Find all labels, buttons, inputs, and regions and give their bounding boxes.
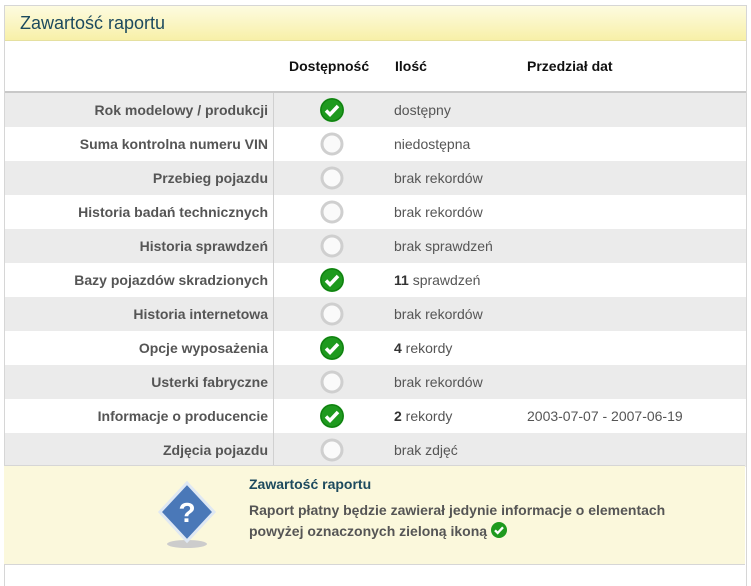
green-check-icon — [320, 404, 344, 428]
header-count: Ilość — [395, 58, 427, 74]
count-text: rekordy — [401, 340, 453, 356]
column-divider — [273, 229, 274, 263]
row-count: 2 rekordy — [394, 408, 452, 424]
count-number: 4 — [394, 340, 402, 356]
header-availability: Dostępność — [289, 58, 370, 74]
row-count: 11 sprawdzeń — [394, 272, 480, 288]
row-date-range: 2003-07-07 - 2007-06-19 — [527, 408, 683, 424]
table-row: Zdjęcia pojazdu brak zdjęć — [5, 433, 746, 467]
row-count: brak rekordów — [394, 204, 483, 220]
row-label: Usterki fabryczne — [151, 374, 268, 390]
row-count: brak zdjęć — [394, 442, 458, 458]
table-row: Informacje o producencie 2 rekordy 2003-… — [5, 399, 746, 433]
empty-circle-icon — [320, 234, 344, 258]
count-text: dostępny — [394, 102, 451, 118]
column-divider — [273, 161, 274, 195]
panel-title: Zawartość raportu — [5, 6, 746, 41]
table-row: Usterki fabryczne brak rekordów — [5, 365, 746, 399]
row-label: Rok modelowy / produkcji — [94, 102, 268, 118]
row-count: 4 rekordy — [394, 340, 452, 356]
info-title: Zawartość raportu — [249, 476, 372, 492]
table-row: Historia internetowa brak rekordów — [5, 297, 746, 331]
info-text-content: Raport płatny będzie zawierał jedynie in… — [249, 502, 666, 539]
row-count: brak sprawdzeń — [394, 238, 493, 254]
row-label: Bazy pojazdów skradzionych — [74, 272, 268, 288]
row-count: brak rekordów — [394, 170, 483, 186]
column-divider — [273, 433, 274, 467]
green-check-icon — [320, 336, 344, 360]
column-divider — [273, 365, 274, 399]
green-check-icon — [490, 522, 507, 538]
table-row: Bazy pojazdów skradzionych 11 sprawdzeń — [5, 263, 746, 297]
empty-circle-icon — [320, 166, 344, 190]
row-label: Historia internetowa — [133, 306, 268, 322]
empty-circle-icon — [320, 370, 344, 394]
column-divider — [273, 331, 274, 365]
row-label: Informacje o producencie — [97, 408, 268, 424]
svg-text:?: ? — [178, 497, 195, 528]
count-text: brak rekordów — [394, 204, 483, 220]
count-text: brak rekordów — [394, 306, 483, 322]
info-text: Raport płatny będzie zawierał jedynie in… — [249, 500, 719, 542]
table-header: Dostępność Ilość Przedział dat — [5, 41, 746, 93]
table-row: Rok modelowy / produkcji dostępny — [5, 93, 746, 127]
count-text: brak rekordów — [394, 170, 483, 186]
column-divider — [273, 297, 274, 331]
question-icon: ? — [157, 480, 217, 548]
table-row: Historia sprawdzeń brak sprawdzeń — [5, 229, 746, 263]
column-divider — [273, 93, 274, 127]
row-count: niedostępna — [394, 136, 470, 152]
row-label: Suma kontrolna numeru VIN — [79, 136, 268, 152]
count-number: 11 — [394, 272, 409, 288]
count-text: niedostępna — [394, 136, 471, 152]
column-divider — [273, 127, 274, 161]
row-label: Historia badań technicznych — [78, 204, 268, 220]
count-text: rekordy — [401, 408, 453, 424]
column-divider — [273, 195, 274, 229]
table-row: Suma kontrolna numeru VIN niedostępna — [5, 127, 746, 161]
table-row: Opcje wyposażenia 4 rekordy — [5, 331, 746, 365]
table-row: Historia badań technicznych brak rekordó… — [5, 195, 746, 229]
empty-circle-icon — [320, 132, 344, 156]
row-count: brak rekordów — [394, 374, 483, 390]
table-body: Rok modelowy / produkcji dostępny Suma k… — [5, 93, 746, 467]
row-label: Przebieg pojazdu — [152, 170, 268, 186]
row-count: dostępny — [394, 102, 451, 118]
green-check-icon — [320, 268, 344, 292]
row-label: Opcje wyposażenia — [138, 340, 268, 356]
count-text: brak zdjęć — [394, 442, 458, 458]
row-label: Historia sprawdzeń — [139, 238, 268, 254]
info-box: ? Zawartość raportu Raport płatny będzie… — [4, 465, 745, 565]
empty-circle-icon — [320, 438, 344, 462]
empty-circle-icon — [320, 302, 344, 326]
count-text: sprawdzeń — [408, 272, 481, 288]
empty-circle-icon — [320, 200, 344, 224]
green-check-icon — [320, 98, 344, 122]
count-number: 2 — [394, 408, 402, 424]
table-row: Przebieg pojazdu brak rekordów — [5, 161, 746, 195]
column-divider — [273, 263, 274, 297]
column-divider — [273, 399, 274, 433]
count-text: brak sprawdzeń — [394, 238, 493, 254]
count-text: brak rekordów — [394, 374, 483, 390]
header-date-range: Przedział dat — [527, 58, 613, 74]
row-count: brak rekordów — [394, 306, 483, 322]
row-label: Zdjęcia pojazdu — [162, 442, 268, 458]
